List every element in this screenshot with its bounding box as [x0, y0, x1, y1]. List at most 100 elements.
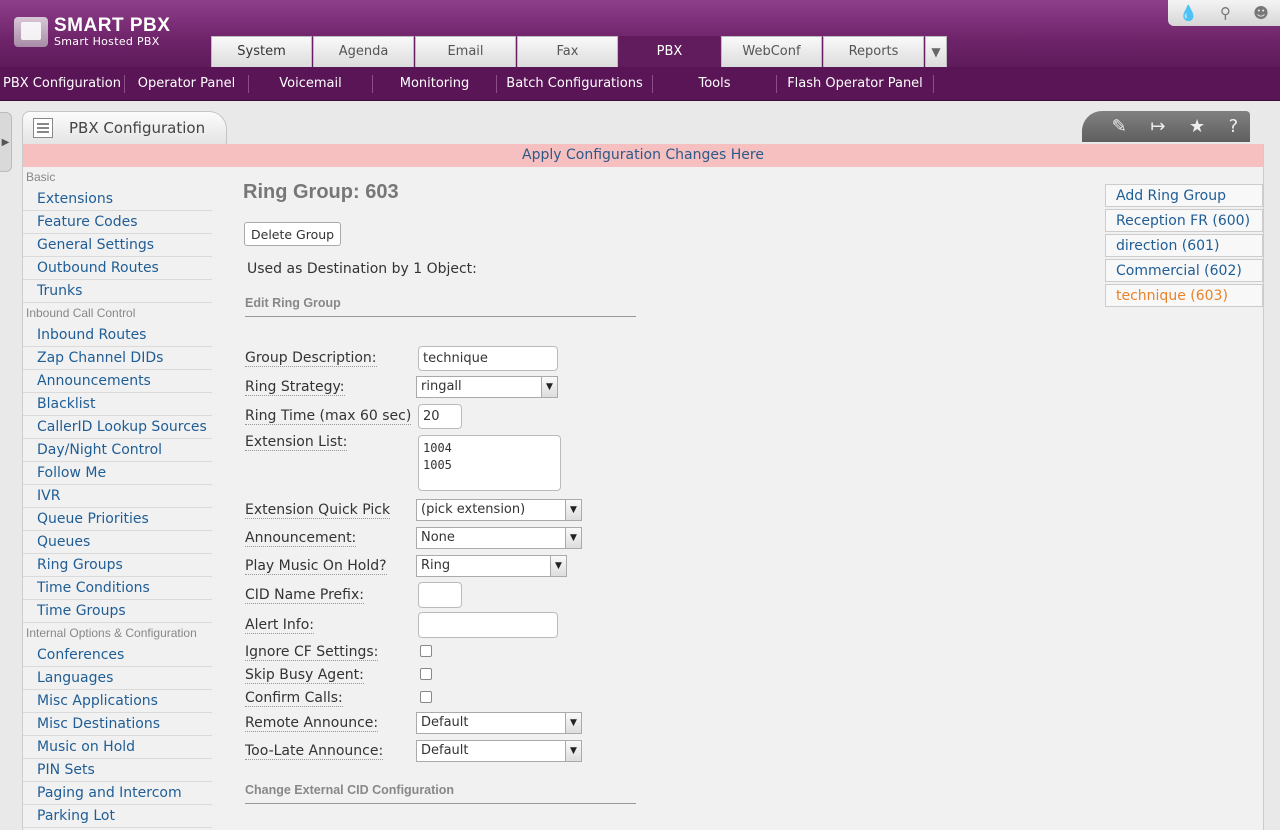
ring-group-item[interactable]: Commercial (602)	[1105, 259, 1263, 282]
export-icon[interactable]: ↦	[1150, 116, 1165, 137]
subnav-operator-panel[interactable]: Operator Panel	[125, 74, 249, 93]
sidebar-item-queues[interactable]: Queues	[23, 531, 212, 554]
sidebar-item-queue-priorities[interactable]: Queue Priorities	[23, 508, 212, 531]
sidebar-item-outbound-routes[interactable]: Outbound Routes	[23, 257, 212, 280]
alert-info-input[interactable]	[418, 612, 558, 638]
extension-quick-pick-select[interactable]: (pick extension) ▼	[416, 499, 582, 521]
tab-agenda[interactable]: Agenda	[313, 36, 414, 67]
skip-busy-agent-checkbox[interactable]	[420, 668, 432, 680]
add-ring-group-link[interactable]: Add Ring Group	[1105, 184, 1263, 207]
subnav-pbx-configuration[interactable]: PBX Configuration	[0, 74, 125, 93]
dropdown-arrow-icon: ▼	[550, 556, 566, 576]
chevron-down-icon[interactable]: ▼	[925, 36, 947, 67]
sidebar-item-conferences[interactable]: Conferences	[23, 644, 212, 667]
sidebar-item-zap-channel-dids[interactable]: Zap Channel DIDs	[23, 347, 212, 370]
sidebar-item-misc-destinations[interactable]: Misc Destinations	[23, 713, 212, 736]
ring-group-item[interactable]: direction (601)	[1105, 234, 1263, 257]
label-alert-info: Alert Info:	[245, 617, 314, 634]
logo-title: SMART PBX	[54, 15, 171, 36]
logo-icon	[14, 16, 48, 47]
label-remote-announce: Remote Announce:	[245, 715, 379, 732]
content-area: Basic Extensions Feature Codes General S…	[22, 167, 1264, 830]
ring-group-item-current[interactable]: technique (603)	[1105, 284, 1263, 307]
sidebar-section-inbound: Inbound Call Control	[26, 306, 136, 320]
ring-strategy-select[interactable]: ringall ▼	[416, 376, 558, 398]
sidebar-item-callerid-lookup[interactable]: CallerID Lookup Sources	[23, 416, 212, 439]
apply-config-link[interactable]: Apply Configuration Changes Here	[22, 144, 1264, 167]
tab-pbx[interactable]: PBX	[619, 36, 720, 67]
sidebar-item-trunks[interactable]: Trunks	[23, 280, 212, 303]
tab-system[interactable]: System	[211, 36, 312, 67]
delete-group-button[interactable]: Delete Group	[244, 222, 342, 246]
sidebar-item-announcements[interactable]: Announcements	[23, 370, 212, 393]
sidebar-item-feature-codes[interactable]: Feature Codes	[23, 211, 212, 234]
sidebar: Basic Extensions Feature Codes General S…	[23, 167, 212, 828]
sidebar-item-day-night[interactable]: Day/Night Control	[23, 439, 212, 462]
ignore-cf-checkbox[interactable]	[420, 645, 432, 657]
sidebar-section-internal: Internal Options & Configuration	[26, 626, 197, 640]
page-title: Ring Group: 603	[243, 181, 399, 203]
sidebar-item-time-conditions[interactable]: Time Conditions	[23, 577, 212, 600]
subnav-voicemail[interactable]: Voicemail	[249, 74, 373, 93]
dropdown-arrow-icon: ▼	[565, 713, 581, 733]
tab-reports[interactable]: Reports	[823, 36, 924, 67]
subnav-flash-operator-panel[interactable]: Flash Operator Panel	[777, 74, 934, 93]
section-edit-ring-group: Edit Ring Group	[245, 296, 636, 317]
panel-title: PBX Configuration	[69, 119, 206, 137]
label-announcement: Announcement:	[245, 530, 357, 547]
announcement-select[interactable]: None ▼	[416, 527, 582, 549]
sidebar-item-ring-groups[interactable]: Ring Groups	[23, 554, 212, 577]
sidebar-item-blacklist[interactable]: Blacklist	[23, 393, 212, 416]
tab-email[interactable]: Email	[415, 36, 516, 67]
section-change-cid: Change External CID Configuration	[245, 783, 636, 804]
edit-icon[interactable]: ✎	[1112, 116, 1127, 137]
star-icon[interactable]: ★	[1189, 116, 1205, 137]
extension-list-textarea[interactable]: 1004 1005	[418, 435, 561, 491]
search-icon[interactable]: ⚲	[1220, 4, 1231, 22]
sidebar-item-extensions[interactable]: Extensions	[23, 188, 212, 211]
sidebar-toggle[interactable]: ▶	[0, 112, 12, 172]
label-too-late-announce: Too-Late Announce:	[245, 743, 384, 760]
sidebar-item-follow-me[interactable]: Follow Me	[23, 462, 212, 485]
sidebar-item-parking-lot[interactable]: Parking Lot	[23, 805, 212, 828]
music-on-hold-select[interactable]: Ring ▼	[416, 555, 567, 577]
subnav-monitoring[interactable]: Monitoring	[373, 74, 497, 93]
tab-fax[interactable]: Fax	[517, 36, 618, 67]
confirm-calls-checkbox[interactable]	[420, 691, 432, 703]
label-extension-quick-pick: Extension Quick Pick	[245, 502, 391, 519]
subnav-tools[interactable]: Tools	[653, 74, 777, 93]
remote-announce-select[interactable]: Default ▼	[416, 712, 582, 734]
sidebar-item-languages[interactable]: Languages	[23, 667, 212, 690]
dropdown-arrow-icon: ▼	[541, 377, 557, 397]
label-ring-strategy: Ring Strategy:	[245, 379, 345, 396]
sidebar-item-ivr[interactable]: IVR	[23, 485, 212, 508]
label-ignore-cf: Ignore CF Settings:	[245, 644, 379, 661]
logo[interactable]: SMART PBX Smart Hosted PBX	[14, 16, 170, 47]
label-ring-time: Ring Time (max 60 sec)	[245, 408, 412, 425]
sub-navigation: PBX Configuration Operator Panel Voicema…	[0, 67, 1280, 101]
help-icon[interactable]: ?	[1229, 116, 1239, 137]
subnav-batch-configurations[interactable]: Batch Configurations	[497, 74, 653, 93]
ring-group-list: Add Ring Group Reception FR (600) direct…	[1105, 184, 1263, 309]
sidebar-item-music-on-hold[interactable]: Music on Hold	[23, 736, 212, 759]
sidebar-item-paging-intercom[interactable]: Paging and Intercom	[23, 782, 212, 805]
user-icon[interactable]: ☻	[1253, 4, 1269, 22]
sidebar-item-general-settings[interactable]: General Settings	[23, 234, 212, 257]
too-late-announce-select[interactable]: Default ▼	[416, 740, 582, 762]
label-confirm-calls: Confirm Calls:	[245, 690, 343, 707]
sidebar-item-misc-applications[interactable]: Misc Applications	[23, 690, 212, 713]
sidebar-item-inbound-routes[interactable]: Inbound Routes	[23, 324, 212, 347]
top-toolbar: 💧 ⚲ ☻	[1168, 0, 1280, 26]
logo-subtitle: Smart Hosted PBX	[54, 35, 160, 48]
cid-name-prefix-input[interactable]	[418, 582, 462, 608]
sidebar-item-pin-sets[interactable]: PIN Sets	[23, 759, 212, 782]
group-description-input[interactable]	[418, 346, 558, 371]
ring-time-input[interactable]	[418, 404, 462, 429]
sidebar-item-time-groups[interactable]: Time Groups	[23, 600, 212, 623]
panel-tools: ✎ ↦ ★ ?	[1082, 111, 1250, 142]
ring-group-item[interactable]: Reception FR (600)	[1105, 209, 1263, 232]
dropdown-arrow-icon: ▼	[565, 528, 581, 548]
label-extension-list: Extension List:	[245, 434, 348, 451]
drop-icon[interactable]: 💧	[1179, 4, 1198, 22]
tab-webconf[interactable]: WebConf	[721, 36, 822, 67]
